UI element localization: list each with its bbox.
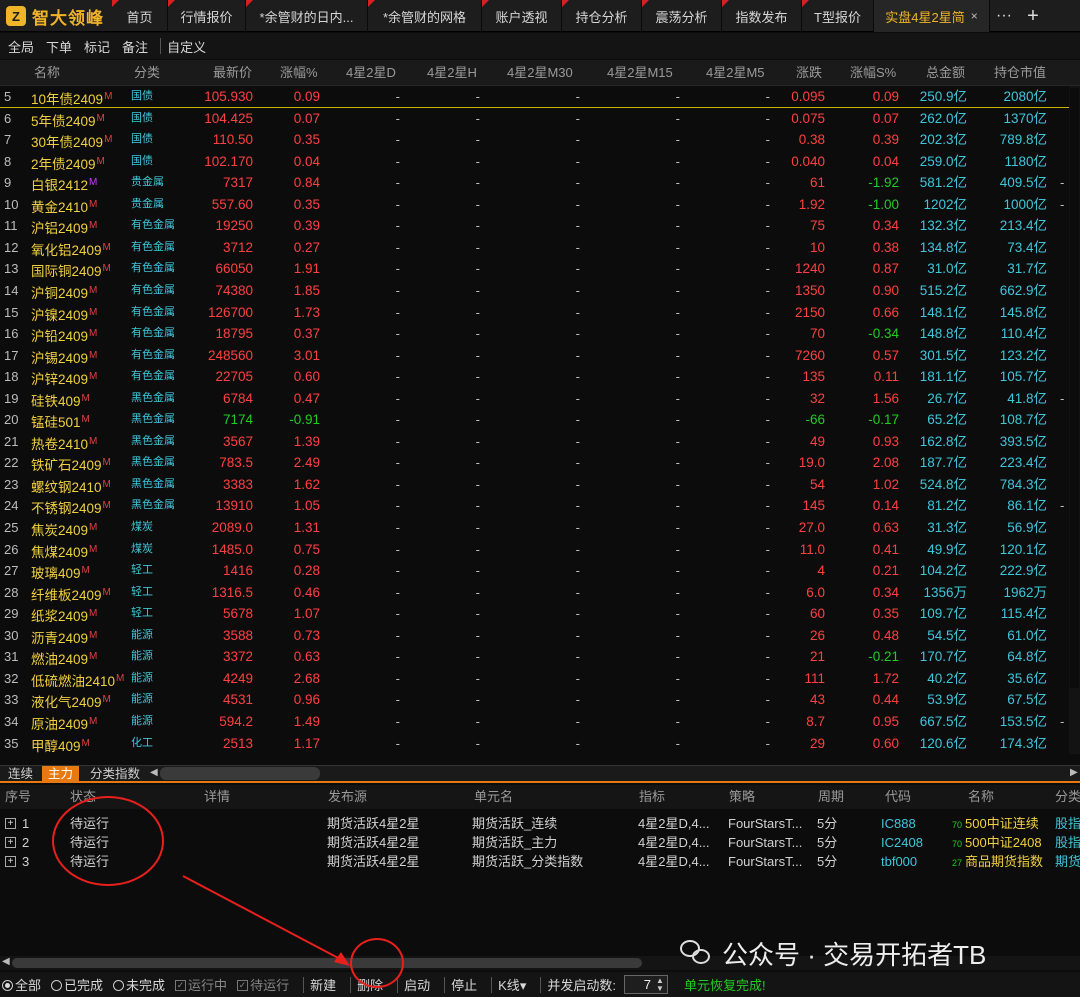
annotation-arrow <box>182 875 350 966</box>
